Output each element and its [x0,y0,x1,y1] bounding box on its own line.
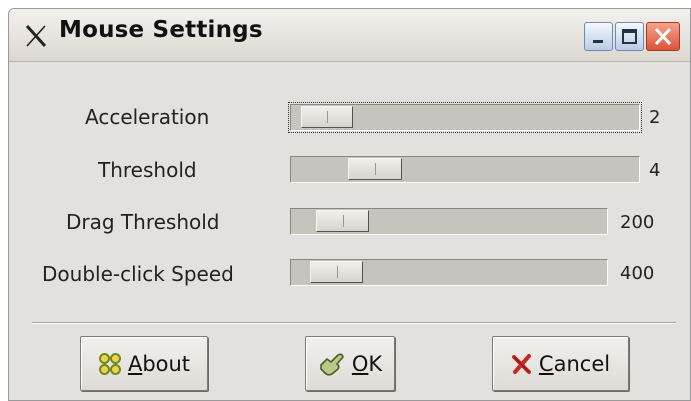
cancel-x-icon [511,353,531,374]
drag-threshold-label: Drag Threshold [66,210,220,234]
drag-threshold-value: 200 [620,212,655,233]
cancel-button-label: Cancel [538,351,611,376]
separator [32,322,676,324]
title-bar[interactable]: Mouse Settings [9,9,690,62]
ok-button-label: OK [351,351,383,376]
maximize-button[interactable] [615,22,644,51]
x-logo-icon[interactable] [24,24,48,48]
about-button-label: About [127,351,191,376]
double-click-speed-slider[interactable] [290,259,608,286]
close-button[interactable] [646,22,680,51]
threshold-slider[interactable] [290,156,640,183]
minimize-button[interactable] [584,22,613,51]
minimize-icon [593,40,603,43]
acceleration-slider-handle[interactable] [301,106,353,128]
about-button[interactable]: About [80,336,208,391]
maximize-icon [622,29,637,44]
double-click-speed-label: Double-click Speed [42,262,234,286]
close-icon [654,27,672,46]
threshold-value: 4 [649,160,661,181]
about-icon [98,352,121,375]
double-click-speed-value: 400 [620,263,655,284]
ok-hand-icon [320,353,344,376]
window-title: Mouse Settings [59,17,263,43]
acceleration-value: 2 [649,107,661,128]
ok-button[interactable]: OK [305,336,395,391]
drag-threshold-slider[interactable] [290,208,608,235]
acceleration-slider[interactable] [288,102,642,133]
mouse-settings-window: Mouse Settings Acceleration 2 Threshold … [8,8,691,401]
drag-threshold-slider-handle[interactable] [316,210,369,232]
threshold-label: Threshold [98,158,197,182]
threshold-slider-handle[interactable] [348,158,402,180]
acceleration-label: Acceleration [85,105,210,129]
cancel-button[interactable]: Cancel [492,336,629,391]
double-click-speed-slider-handle[interactable] [310,261,363,283]
